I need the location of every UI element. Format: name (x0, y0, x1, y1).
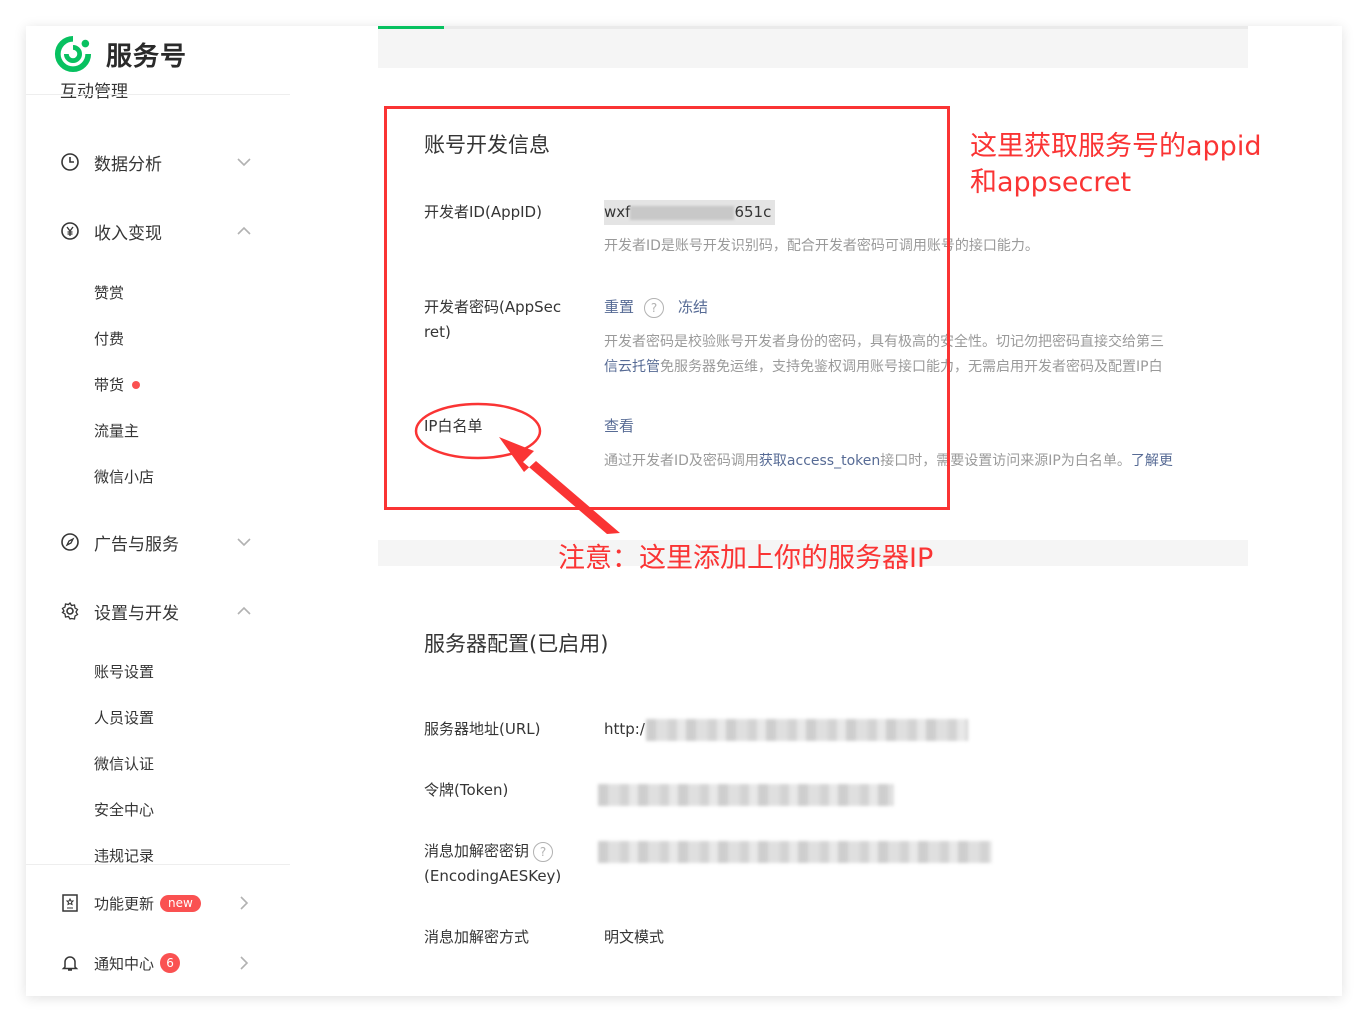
arrow-icon (499, 437, 620, 534)
app-window: 服务号 互动管理 数据分析 收入变现 赞赏 付费 带货 流量主 微信小店 广告与… (26, 26, 1342, 996)
annotation-overlay (414, 402, 620, 534)
